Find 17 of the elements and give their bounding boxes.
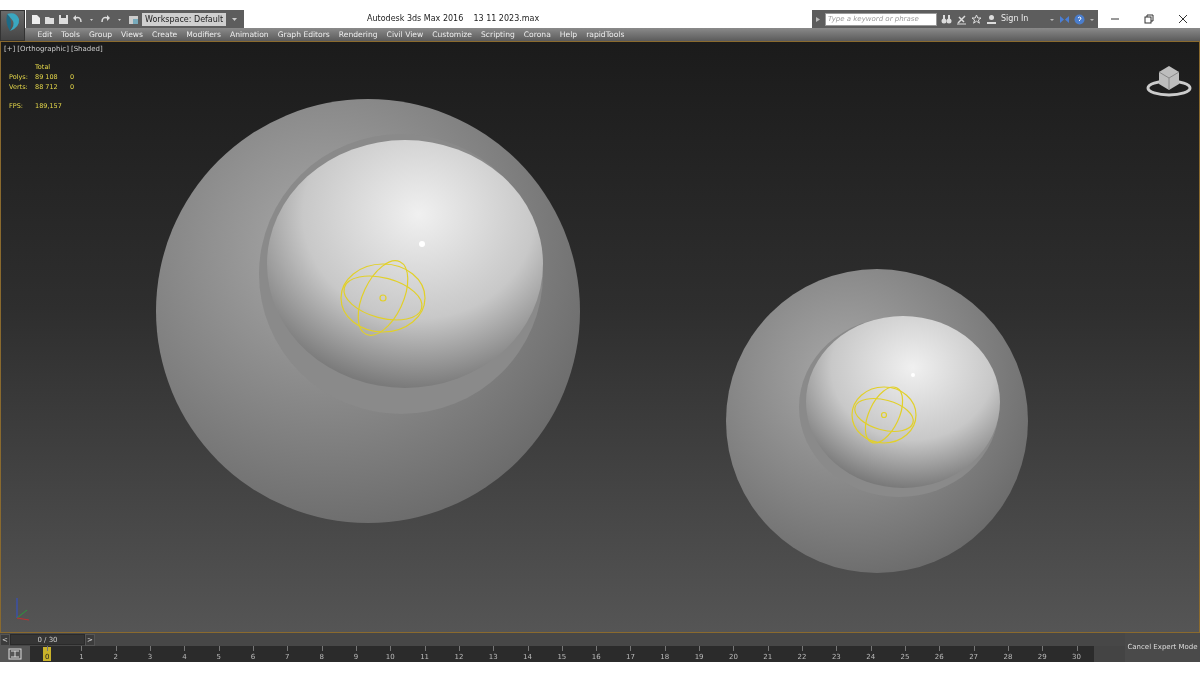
trackbar-end-panel [1094,646,1125,662]
workspace-dropdown[interactable]: Workspace: Default [142,12,227,26]
project-folder-icon[interactable] [128,13,139,25]
help-icon[interactable] [1074,13,1085,25]
max-logo [3,11,22,33]
sign-in-button[interactable]: Sign In [1001,13,1029,25]
redo-icon[interactable] [100,13,111,25]
app-menu-button[interactable] [0,10,25,41]
current-frame-marker [43,647,51,661]
window-title: Autodesk 3ds Max 2016 13 11 2023.max [366,13,541,25]
new-file-icon[interactable] [30,13,41,25]
axis-tripod-icon [13,596,31,622]
star-icon[interactable] [971,13,982,25]
binoculars-icon[interactable] [941,13,952,25]
undo-icon[interactable] [72,13,83,25]
user-icon[interactable] [986,13,997,25]
save-icon[interactable] [58,13,69,25]
